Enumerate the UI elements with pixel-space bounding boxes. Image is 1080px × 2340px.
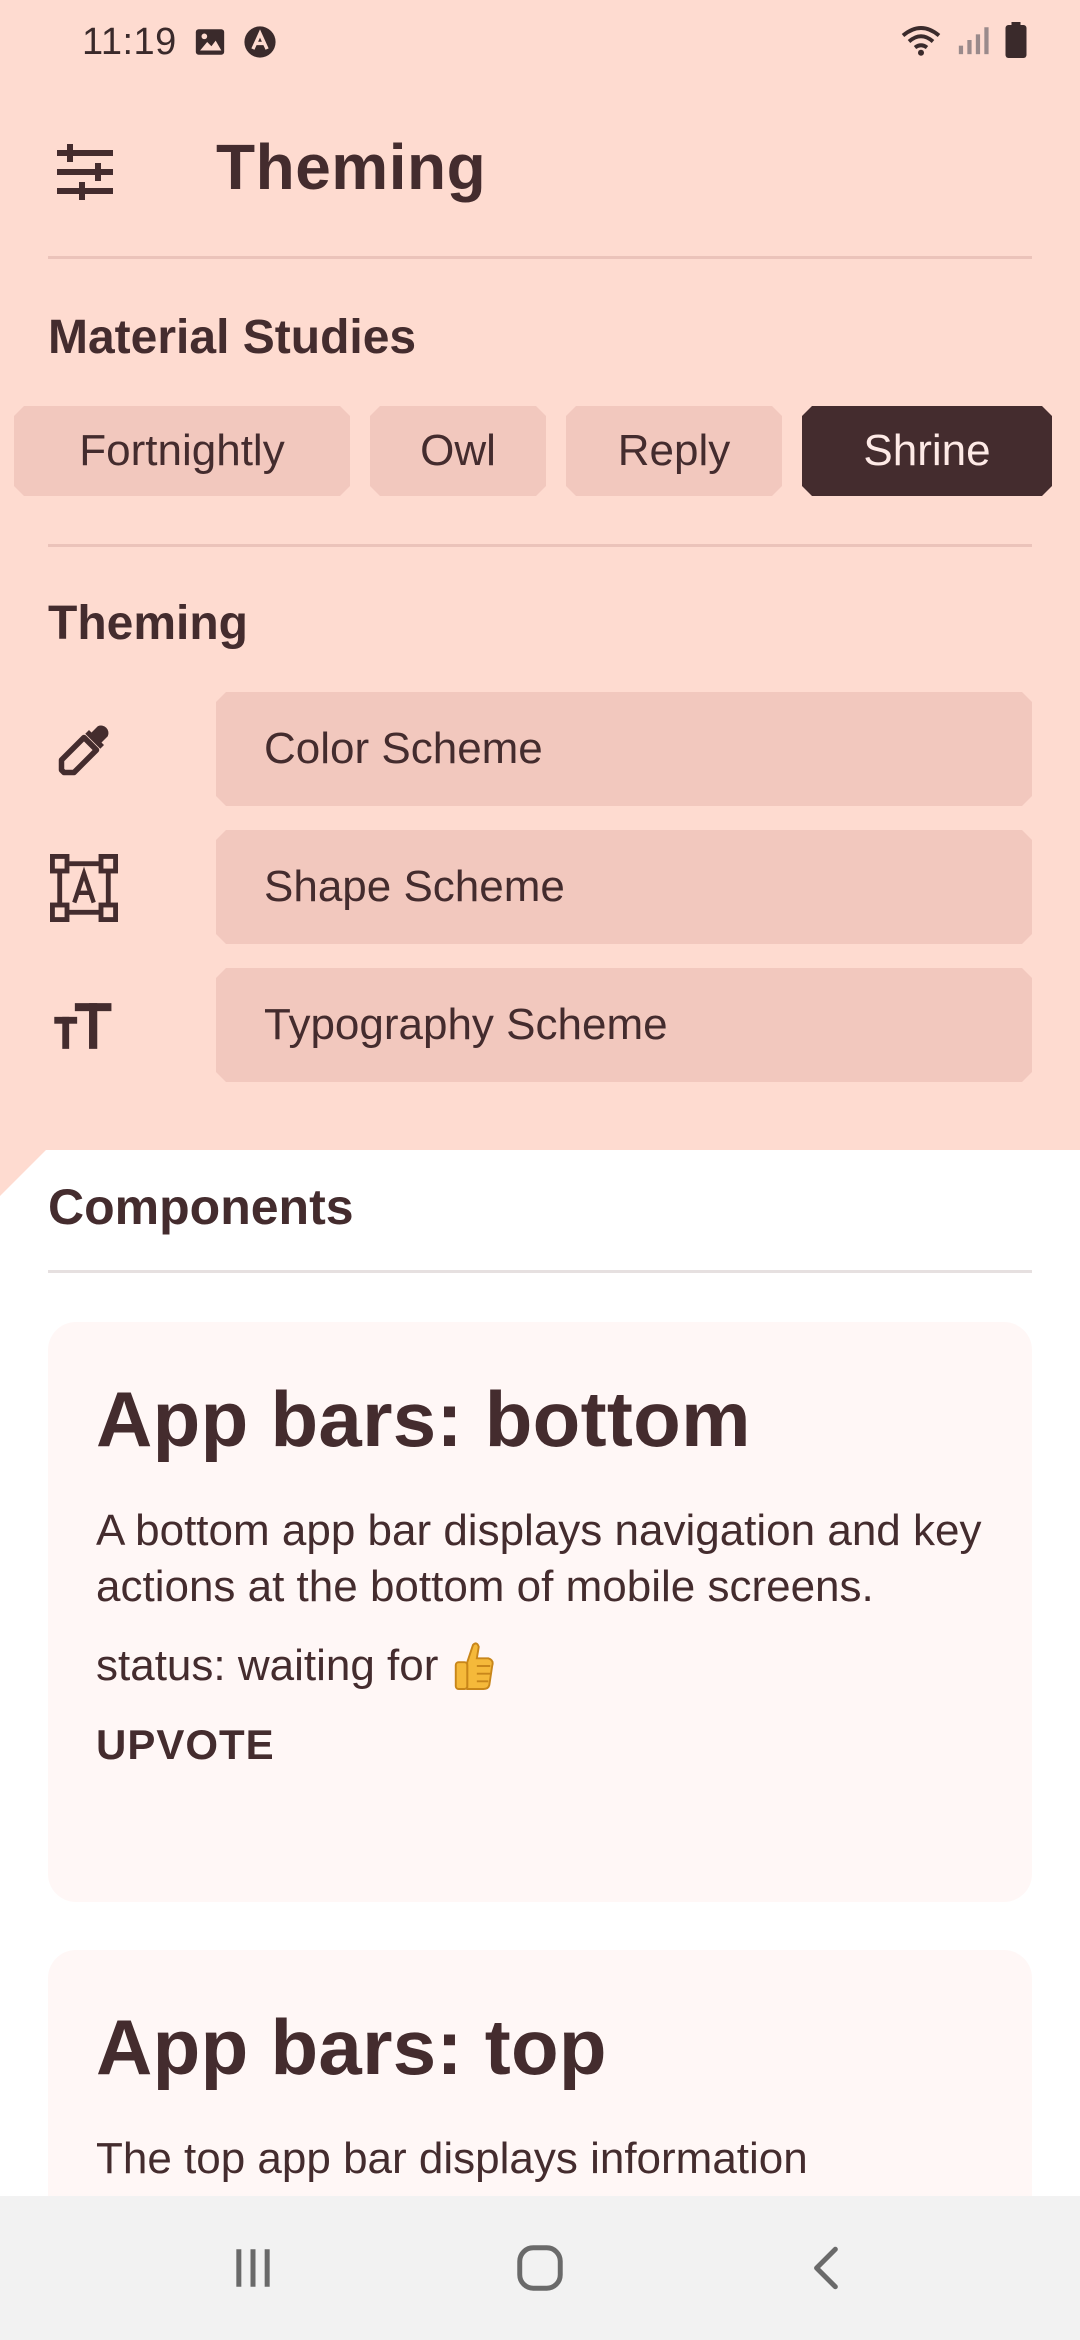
components-sheet: Components App bars: bottom A bottom app…	[0, 1150, 1080, 2200]
wifi-icon	[900, 23, 942, 62]
card-description: The top app bar displays information	[96, 2134, 808, 2183]
status-time: 11:19	[82, 20, 177, 63]
status-right	[900, 21, 1028, 63]
components-title: Components	[48, 1179, 354, 1235]
material-studies-title: Material Studies	[48, 311, 417, 364]
tune-icon[interactable]	[50, 142, 120, 202]
shape-scheme-row: Shape Scheme	[0, 830, 1080, 944]
recents-icon[interactable]	[193, 2218, 313, 2318]
screen: 11:19 Theming Material Studies Fortnight…	[0, 0, 1080, 2340]
page-title: Theming	[216, 131, 487, 203]
status-text: status: waiting for	[96, 1641, 439, 1690]
status-left: 11:19	[82, 21, 277, 64]
status-bar: 11:19	[0, 0, 1080, 84]
system-nav-bar	[0, 2196, 1080, 2340]
back-icon[interactable]	[767, 2218, 887, 2318]
typography-scheme-button[interactable]: Typography Scheme	[216, 968, 1032, 1082]
gallery-icon	[193, 25, 227, 59]
typography-scheme-row: Typography Scheme	[0, 968, 1080, 1082]
home-icon[interactable]	[480, 2218, 600, 2318]
signal-icon	[956, 23, 990, 62]
top-app-bar: Theming	[0, 84, 1080, 256]
card-title: App bars: top	[96, 2003, 607, 2091]
divider	[48, 256, 1032, 259]
chip-reply[interactable]: Reply	[566, 406, 782, 496]
shape-scheme-button[interactable]: Shape Scheme	[216, 830, 1032, 944]
battery-icon	[1004, 21, 1028, 63]
eyedropper-icon	[48, 718, 120, 782]
app-notification-icon	[243, 25, 277, 59]
chip-fortnightly[interactable]: Fortnightly	[14, 406, 350, 496]
card-status: status: waiting for	[96, 1639, 984, 1693]
chip-shrine[interactable]: Shrine	[802, 406, 1052, 496]
divider	[48, 544, 1032, 547]
theming-title: Theming	[48, 597, 248, 650]
color-scheme-button[interactable]: Color Scheme	[216, 692, 1032, 806]
text-size-icon	[48, 994, 120, 1058]
component-card[interactable]: App bars: bottom A bottom app bar displa…	[48, 1322, 1032, 1902]
color-scheme-row: Color Scheme	[0, 692, 1080, 806]
chip-owl[interactable]: Owl	[370, 406, 546, 496]
card-title: App bars: bottom	[96, 1375, 751, 1463]
shape-icon	[48, 854, 120, 922]
card-description: A bottom app bar displays navigation and…	[96, 1506, 982, 1611]
divider	[48, 1270, 1032, 1273]
thumbs-up-icon	[450, 1639, 496, 1693]
upvote-button[interactable]: UPVOTE	[96, 1721, 984, 1769]
